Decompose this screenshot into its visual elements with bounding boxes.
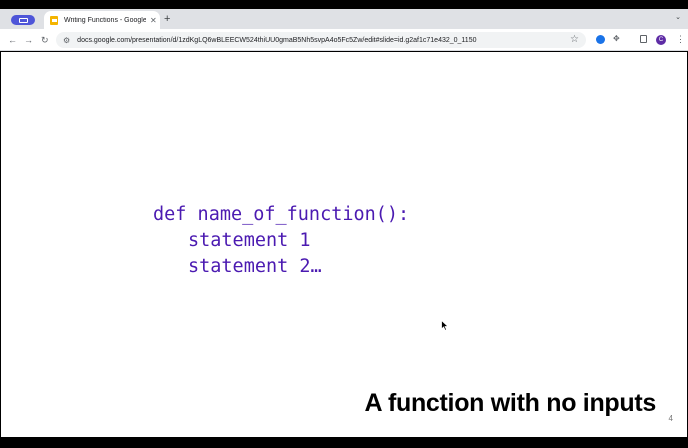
reload-icon[interactable]: ↻ [41,33,49,47]
browser-toolbar: ← → ↻ ⚙ docs.google.com/presentation/d/1… [0,29,688,51]
mouse-pointer-icon [441,320,449,331]
tab-group-icon [18,17,28,23]
bookmark-star-icon[interactable]: ☆ [570,34,579,46]
tab-close-icon[interactable]: ✕ [150,16,157,25]
extension-icon[interactable] [596,35,605,44]
slide-canvas: def name_of_function(): statement 1 stat… [1,52,687,437]
code-line-statement-2: statement 2… [188,256,322,277]
profile-avatar[interactable]: C [656,35,666,45]
url-text: docs.google.com/presentation/d/1zdKgLQ6w… [77,36,477,44]
tab-title: Writing Functions - Google Slides [64,17,146,24]
new-tab-button[interactable]: + [164,12,170,26]
code-line-def: def name_of_function(): [153,204,410,225]
extensions-puzzle-icon[interactable]: ✥ [613,34,620,43]
address-bar[interactable]: ⚙ docs.google.com/presentation/d/1zdKgLQ… [56,32,586,48]
browser-menu-icon[interactable]: ⋮ [676,33,685,45]
tab-search-icon[interactable]: ⌄ [675,13,681,21]
tab-group-chip[interactable] [11,15,35,25]
slides-favicon-icon [50,16,58,25]
code-block: def name_of_function(): statement 1 stat… [153,202,409,280]
slide-title: A function with no inputs [364,389,656,417]
site-info-icon[interactable]: ⚙ [63,36,70,45]
side-panel-icon[interactable] [640,35,647,43]
back-icon[interactable]: ← [8,33,17,47]
tab-strip: Writing Functions - Google Slides ✕ + ⌄ [0,9,688,30]
tab-writing-functions[interactable]: Writing Functions - Google Slides ✕ [44,11,160,30]
forward-icon[interactable]: → [24,33,33,47]
slide-page-number: 4 [668,414,673,423]
code-line-statement-1: statement 1 [188,230,311,251]
